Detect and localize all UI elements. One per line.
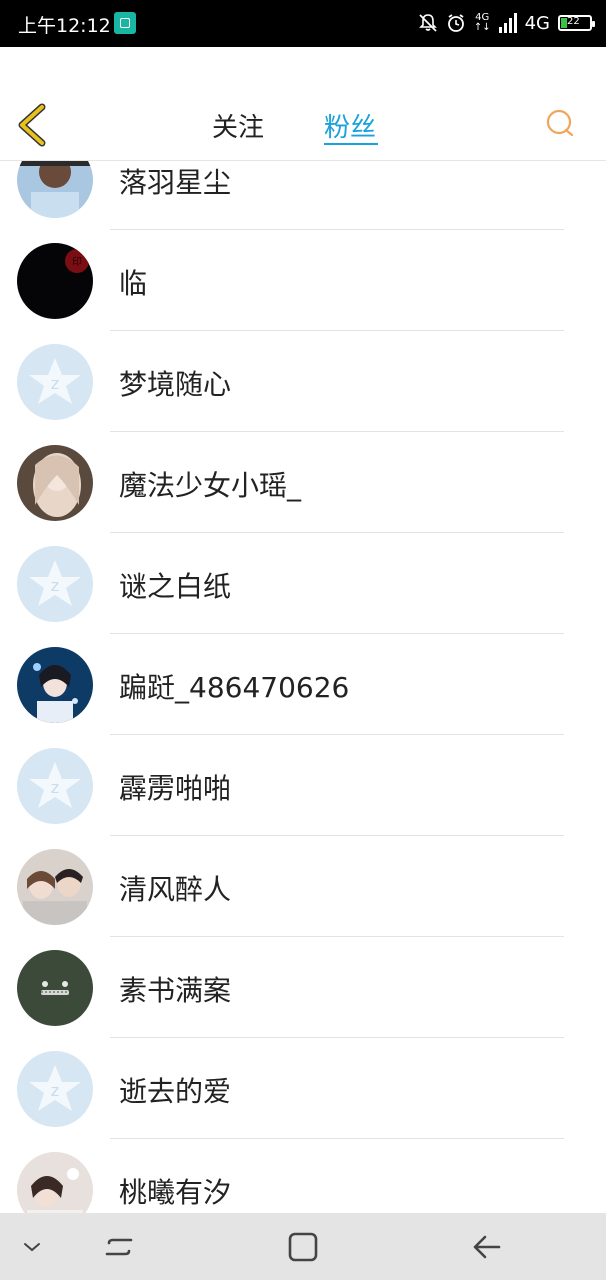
- list-item[interactable]: 清风醉人: [0, 836, 606, 937]
- list-item[interactable]: 印 临: [0, 230, 606, 331]
- fan-name[interactable]: 蹁跹_486470626: [119, 666, 349, 706]
- fan-name[interactable]: 梦境随心: [119, 363, 231, 403]
- fan-name[interactable]: 逝去的爱: [119, 1070, 231, 1110]
- active-tab-indicator: [324, 143, 378, 145]
- svg-text:印: 印: [72, 256, 82, 268]
- alarm-icon: [447, 14, 464, 32]
- avatar[interactable]: [17, 849, 93, 925]
- signal-icon: [498, 13, 517, 33]
- recents-icon[interactable]: [101, 1229, 137, 1265]
- list-item[interactable]: z 霹雳啪啪: [0, 735, 606, 836]
- fan-name[interactable]: 谜之白纸: [119, 565, 231, 605]
- list-item[interactable]: 魔法少女小瑶_: [0, 432, 606, 533]
- avatar[interactable]: z: [17, 546, 93, 622]
- list-item[interactable]: z 逝去的爱: [0, 1038, 606, 1139]
- status-bar: 上午12:12 4G ↑↓ 4G 22: [0, 0, 606, 47]
- battery-icon: 22: [558, 15, 595, 31]
- svg-text:z: z: [51, 1081, 59, 1100]
- tab-fans[interactable]: 粉丝: [324, 107, 376, 144]
- data-indicator: 4G ↑↓: [473, 12, 491, 33]
- avatar[interactable]: [17, 445, 93, 521]
- home-icon[interactable]: [285, 1229, 321, 1265]
- fan-name[interactable]: 清风醉人: [119, 868, 231, 908]
- fan-name[interactable]: 临: [119, 262, 147, 302]
- svg-text:z: z: [51, 778, 59, 797]
- svg-text:z: z: [51, 576, 59, 595]
- list-item[interactable]: 落羽星尘: [0, 161, 606, 230]
- avatar[interactable]: z: [17, 748, 93, 824]
- avatar[interactable]: 印: [17, 243, 93, 319]
- chevron-down-icon[interactable]: [14, 1229, 50, 1265]
- top-bar: 关注 粉丝: [0, 47, 606, 161]
- fan-name[interactable]: 霹雳啪啪: [119, 767, 231, 807]
- search-icon[interactable]: [544, 107, 576, 139]
- avatar[interactable]: [17, 647, 93, 723]
- back-arrow-icon[interactable]: [469, 1229, 505, 1265]
- status-icons: 4G ↑↓ 4G 22: [418, 10, 595, 36]
- list-item[interactable]: z 谜之白纸: [0, 533, 606, 634]
- avatar[interactable]: z: [17, 344, 93, 420]
- network-type: 4G: [524, 12, 550, 34]
- fan-name[interactable]: 落羽星尘: [119, 161, 231, 201]
- fan-name[interactable]: 魔法少女小瑶_: [119, 464, 301, 504]
- fan-name[interactable]: 桃曦有汐: [119, 1171, 231, 1211]
- tab-following[interactable]: 关注: [212, 107, 264, 144]
- list-item[interactable]: 素书满案: [0, 937, 606, 1038]
- fan-name[interactable]: 素书满案: [119, 969, 231, 1009]
- system-nav-bar: [0, 1213, 606, 1280]
- screenshot-app-icon: [114, 12, 136, 34]
- chevron-left-icon[interactable]: [14, 103, 50, 147]
- svg-text:z: z: [51, 374, 59, 393]
- fans-list[interactable]: 落羽星尘 印 临 z 梦境随心 魔法少女小瑶_ z 谜之白纸 蹁跹_486470…: [0, 161, 606, 1213]
- mute-bell-icon: [418, 14, 437, 32]
- status-time: 上午12:12: [18, 15, 111, 37]
- list-item[interactable]: z 梦境随心: [0, 331, 606, 432]
- list-item[interactable]: 蹁跹_486470626: [0, 634, 606, 735]
- avatar[interactable]: [17, 950, 93, 1026]
- avatar[interactable]: [17, 1152, 93, 1213]
- avatar[interactable]: z: [17, 1051, 93, 1127]
- avatar[interactable]: [17, 161, 93, 218]
- list-item[interactable]: 桃曦有汐: [0, 1139, 606, 1213]
